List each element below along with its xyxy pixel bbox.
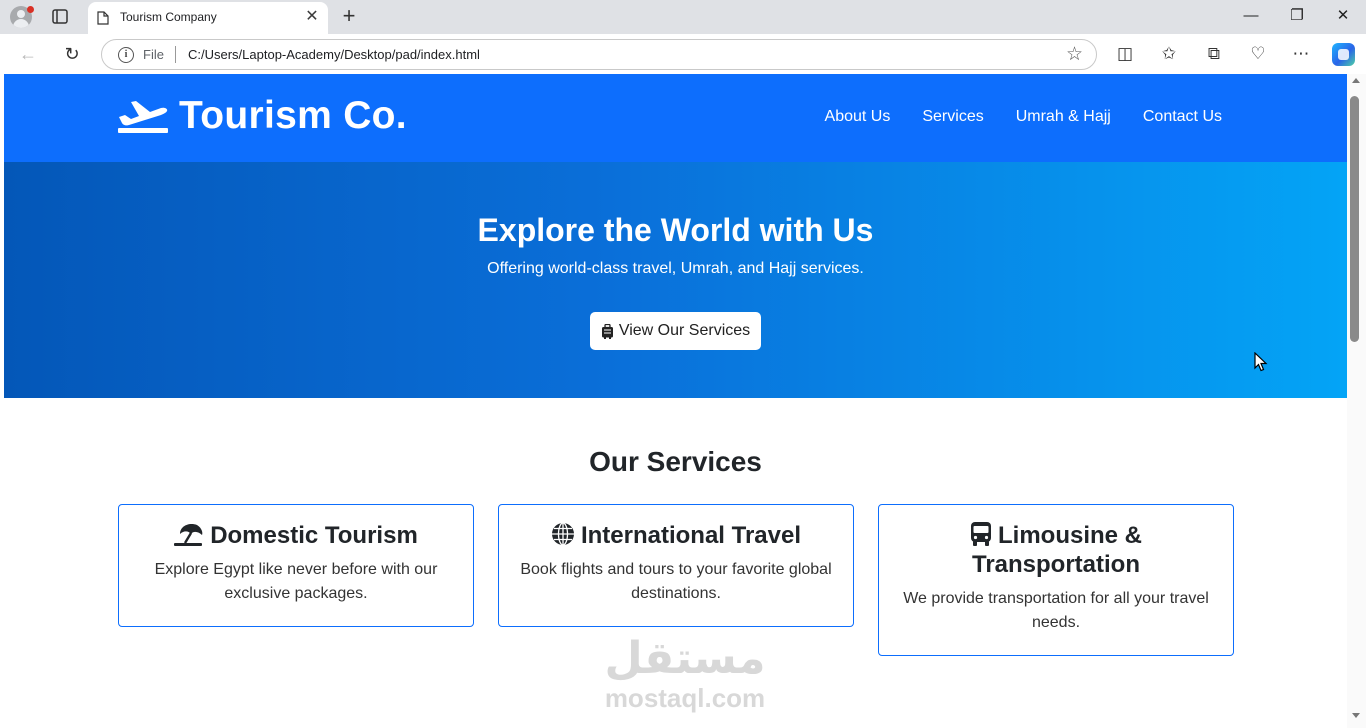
hero-title: Explore the World with Us [477,212,874,248]
nav-links: About Us Services Umrah & Hajj Contact U… [825,108,1222,126]
suitcase-icon [601,323,613,339]
tab-title: Tourism Company [120,10,217,24]
airplane-departure-icon [118,101,168,133]
minimize-button[interactable]: — [1241,6,1261,26]
service-card-international: International Travel Book flights and to… [498,504,854,627]
beach-umbrella-icon [174,524,203,546]
service-card-limousine: Limousine & Transportation We provide tr… [878,504,1234,656]
favorite-star-icon[interactable]: ☆ [1066,44,1083,66]
hero-section: Explore the World with Us Offering world… [4,162,1347,398]
tab-close-icon[interactable]: ✕ [304,9,320,25]
performance-icon[interactable]: ♡ [1247,43,1269,65]
address-bar[interactable]: i File C:/Users/Laptop-Academy/Desktop/p… [101,39,1097,70]
url-text[interactable]: C:/Users/Laptop-Academy/Desktop/pad/inde… [188,47,480,62]
nav-link-contact[interactable]: Contact Us [1143,108,1222,126]
page-file-icon [97,11,109,25]
vertical-scrollbar[interactable] [1347,74,1366,728]
services-heading: Our Services [589,446,762,477]
site-navbar: Tourism Co. About Us Services Umrah & Ha… [4,74,1347,162]
copilot-icon[interactable] [1332,43,1355,66]
restore-button[interactable]: ❐ [1287,6,1307,26]
service-description: Explore Egypt like never before with our… [154,561,438,602]
scroll-up-arrow-icon[interactable] [1352,78,1360,83]
service-description: We provide transportation for all your t… [903,590,1209,631]
scroll-down-arrow-icon[interactable] [1352,713,1360,718]
watermark-latin: mostaql.com [604,683,766,713]
service-title: International Travel [580,522,802,549]
reload-icon[interactable]: ↻ [61,43,83,65]
watermark-arabic: مستقل [604,633,766,684]
view-services-label: View Our Services [618,322,751,339]
service-title: Domestic Tourism [210,522,418,549]
address-scheme-label: File [143,47,164,62]
info-icon[interactable]: i [118,47,134,63]
brand-name: Tourism Co. [179,94,407,137]
collections-icon[interactable]: ⧉ [1203,43,1225,65]
service-card-domestic: Domestic Tourism Explore Egypt like neve… [118,504,474,627]
browser-toolbar: ← ↻ i File C:/Users/Laptop-Academy/Deskt… [0,34,1366,74]
mouse-cursor-icon [1254,352,1268,372]
hero-subtitle: Offering world-class travel, Umrah, and … [487,260,864,277]
page-viewport: Tourism Co. About Us Services Umrah & Ha… [4,74,1347,724]
browser-tab[interactable]: Tourism Company ✕ [88,2,328,34]
address-divider [175,46,176,63]
close-window-button[interactable]: ✕ [1333,6,1353,26]
nav-link-about[interactable]: About Us [825,108,891,126]
browser-tab-bar: Tourism Company ✕ + — ❐ ✕ [0,0,1366,34]
new-tab-button[interactable]: + [338,4,360,28]
favorites-icon[interactable]: ✩ [1158,43,1180,65]
service-title: Limousine & Transportation [971,522,1142,578]
notification-dot [27,6,34,13]
tab-actions-icon[interactable] [48,7,72,27]
back-icon[interactable]: ← [17,43,39,65]
split-screen-icon[interactable]: ◫ [1114,43,1136,65]
globe-icon [551,522,574,546]
nav-link-umrah-hajj[interactable]: Umrah & Hajj [1016,108,1111,126]
service-description: Book flights and tours to your favorite … [520,561,832,602]
more-icon[interactable]: ⋯ [1290,43,1312,65]
view-services-button[interactable]: View Our Services [590,312,761,350]
mostaql-watermark: مستقل mostaql.com [600,633,770,713]
bus-icon [970,522,991,546]
nav-link-services[interactable]: Services [922,108,983,126]
scroll-thumb[interactable] [1350,96,1359,342]
